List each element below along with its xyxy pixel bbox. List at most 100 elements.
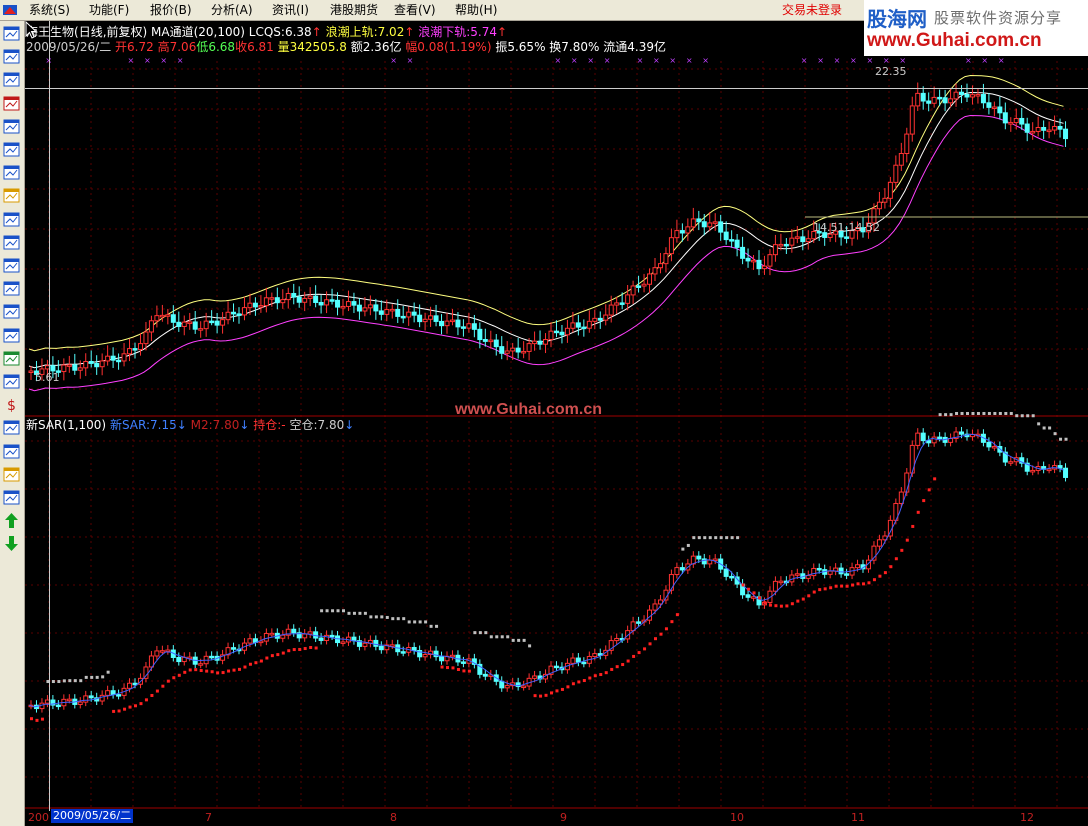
sub-candle-body — [778, 580, 784, 584]
candle-body — [466, 323, 472, 329]
sar-dot — [615, 665, 619, 669]
candle-body — [920, 92, 926, 102]
sar-dot — [1053, 432, 1057, 436]
candle-body — [417, 314, 423, 323]
candle-body — [395, 308, 401, 317]
sub-candle-body — [816, 567, 822, 571]
candle-body — [449, 319, 455, 323]
candle-body — [61, 364, 67, 373]
chart-area[interactable]: ×××××××××××××××××××××××××× 海王生物(日线,前复权) … — [25, 21, 1088, 826]
candle-icon[interactable] — [3, 95, 20, 112]
up-arrow-icon[interactable] — [3, 512, 20, 529]
sar-dot — [834, 584, 838, 588]
signal-marker: × — [998, 56, 1005, 65]
sar-dot — [916, 510, 920, 514]
window-icon[interactable] — [3, 118, 20, 135]
sar-dot — [927, 488, 931, 492]
sub-candle-body — [291, 628, 297, 634]
sar-dot — [210, 670, 214, 674]
candle-body — [948, 98, 954, 104]
candle-body — [1057, 125, 1063, 130]
draw-icon[interactable] — [3, 466, 20, 483]
sub-indicator-name[interactable]: 新SAR(1,100) — [26, 418, 106, 432]
calc-icon[interactable] — [3, 373, 20, 390]
menu-function[interactable]: 功能(F) — [89, 2, 129, 18]
money-icon[interactable]: $ — [3, 396, 20, 413]
candle-body — [345, 301, 351, 307]
report-icon[interactable] — [3, 164, 20, 181]
candle-body — [592, 317, 598, 322]
sar-dot — [413, 620, 417, 624]
candle-body — [137, 343, 143, 351]
down-arrow-icon[interactable] — [3, 535, 20, 552]
menu-analysis[interactable]: 分析(A) — [211, 2, 253, 18]
sar-dot — [785, 604, 789, 608]
sar-dot — [714, 536, 718, 540]
candle-body — [269, 297, 275, 300]
indicator-icon[interactable] — [3, 303, 20, 320]
candle-body — [614, 302, 620, 306]
sub-candle-body — [504, 685, 510, 689]
sar-dot — [467, 669, 471, 673]
export-icon[interactable] — [3, 443, 20, 460]
candle-body — [165, 314, 171, 317]
candle-body — [1035, 126, 1041, 132]
move-icon[interactable] — [3, 489, 20, 506]
period-label: (日线,前复权) — [74, 25, 148, 39]
menu-view[interactable]: 查看(V) — [394, 2, 436, 18]
rsi-icon[interactable] — [3, 327, 20, 344]
cursor-date-box: 2009/05/26/二 — [51, 809, 134, 823]
sub-candle-body — [679, 567, 685, 571]
sar-dot — [768, 603, 772, 607]
zoom-icon[interactable] — [3, 257, 20, 274]
f10-icon[interactable] — [3, 234, 20, 251]
sar-dot — [418, 620, 422, 624]
sar-dot — [79, 679, 83, 683]
sar-dot — [95, 675, 99, 679]
candle-body — [690, 218, 696, 228]
table-icon[interactable] — [3, 141, 20, 158]
candle-body — [1008, 122, 1014, 125]
sar-dot — [270, 654, 274, 658]
sar-dot — [643, 647, 647, 651]
candle-body — [986, 102, 992, 108]
candle-body — [575, 322, 581, 328]
pen-icon[interactable] — [3, 419, 20, 436]
sub-candle-body — [198, 663, 204, 666]
signal-marker: × — [965, 56, 972, 65]
sub-candle-body — [313, 631, 319, 639]
sub-candle-body — [422, 654, 428, 658]
sar-dot — [610, 667, 614, 671]
etf-icon[interactable] — [3, 280, 20, 297]
menu-hk-futures[interactable]: 港股期货 — [330, 2, 378, 18]
menu-help[interactable]: 帮助(H) — [455, 2, 497, 18]
candle-body — [116, 359, 122, 363]
candle-body — [307, 295, 313, 299]
sar-dot — [500, 635, 504, 639]
candle-body — [198, 328, 204, 331]
mail-icon[interactable] — [3, 187, 20, 204]
chart-icon[interactable] — [3, 25, 20, 42]
trade-login-status[interactable]: 交易未登录 — [782, 2, 842, 18]
candle-body — [296, 296, 302, 303]
indicator-name[interactable]: MA通道(20,100) — [151, 25, 245, 39]
menu-system[interactable]: 系统(S) — [29, 2, 70, 18]
mouse-cursor-icon — [25, 21, 37, 39]
sub-candle-body — [581, 661, 587, 665]
signal-marker: × — [144, 56, 151, 65]
sar-dot — [588, 676, 592, 680]
candle-body — [707, 222, 713, 228]
refresh-icon[interactable] — [3, 350, 20, 367]
candle-body — [964, 93, 970, 98]
menu-quote[interactable]: 报价(B) — [150, 2, 192, 18]
sub-candle-body — [302, 633, 308, 639]
sar-dot — [511, 638, 515, 642]
users-icon[interactable] — [3, 211, 20, 228]
sar-dot — [566, 685, 570, 689]
list-icon[interactable] — [3, 48, 20, 65]
candle-body — [898, 153, 904, 166]
candle-body — [154, 315, 160, 322]
line-chart-icon[interactable] — [3, 71, 20, 88]
menu-news[interactable]: 资讯(I) — [272, 2, 309, 18]
sar-dot — [703, 536, 707, 540]
